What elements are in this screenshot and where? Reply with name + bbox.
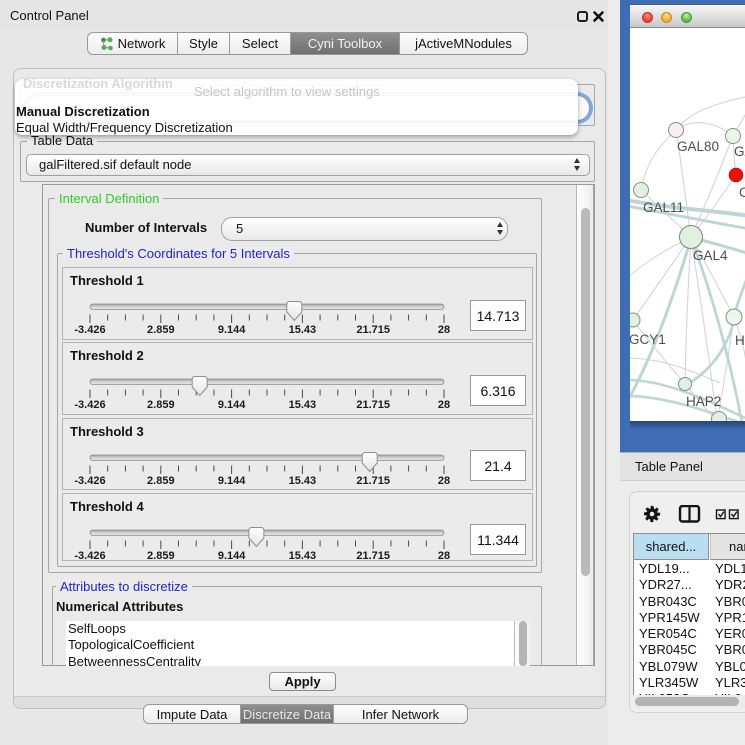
svg-text:9.144: 9.144 bbox=[218, 399, 246, 411]
svg-text:9.144: 9.144 bbox=[218, 475, 246, 487]
svg-text:H: H bbox=[735, 333, 745, 348]
svg-text:GA: GA bbox=[734, 144, 745, 159]
svg-text:9.144: 9.144 bbox=[218, 324, 246, 336]
svg-text:GCY1: GCY1 bbox=[630, 332, 666, 347]
svg-text:2.859: 2.859 bbox=[147, 475, 175, 487]
svg-text:GAL4: GAL4 bbox=[693, 248, 728, 263]
svg-text:-3.426: -3.426 bbox=[74, 399, 105, 411]
svg-text:15.43: 15.43 bbox=[289, 399, 317, 411]
svg-text:-3.426: -3.426 bbox=[74, 475, 105, 487]
svg-text:2.859: 2.859 bbox=[147, 324, 175, 336]
svg-text:9.144: 9.144 bbox=[218, 550, 246, 562]
svg-text:21.715: 21.715 bbox=[356, 475, 390, 487]
svg-text:-3.426: -3.426 bbox=[74, 550, 105, 562]
svg-text:-3.426: -3.426 bbox=[74, 324, 105, 336]
svg-text:15.43: 15.43 bbox=[289, 324, 317, 336]
svg-text:C: C bbox=[739, 185, 745, 200]
svg-text:28: 28 bbox=[438, 324, 450, 336]
svg-text:2.859: 2.859 bbox=[147, 550, 175, 562]
svg-text:21.715: 21.715 bbox=[356, 399, 390, 411]
svg-text:28: 28 bbox=[438, 475, 450, 487]
svg-text:21.715: 21.715 bbox=[356, 324, 390, 336]
svg-text:15.43: 15.43 bbox=[289, 550, 317, 562]
svg-text:21.715: 21.715 bbox=[356, 550, 390, 562]
svg-text:HAP2: HAP2 bbox=[686, 394, 721, 409]
svg-text:28: 28 bbox=[438, 550, 450, 562]
svg-text:2.859: 2.859 bbox=[147, 399, 175, 411]
svg-text:15.43: 15.43 bbox=[289, 475, 317, 487]
svg-text:28: 28 bbox=[438, 399, 450, 411]
svg-text:GAL80: GAL80 bbox=[677, 139, 719, 154]
svg-text:GAL11: GAL11 bbox=[643, 200, 684, 215]
